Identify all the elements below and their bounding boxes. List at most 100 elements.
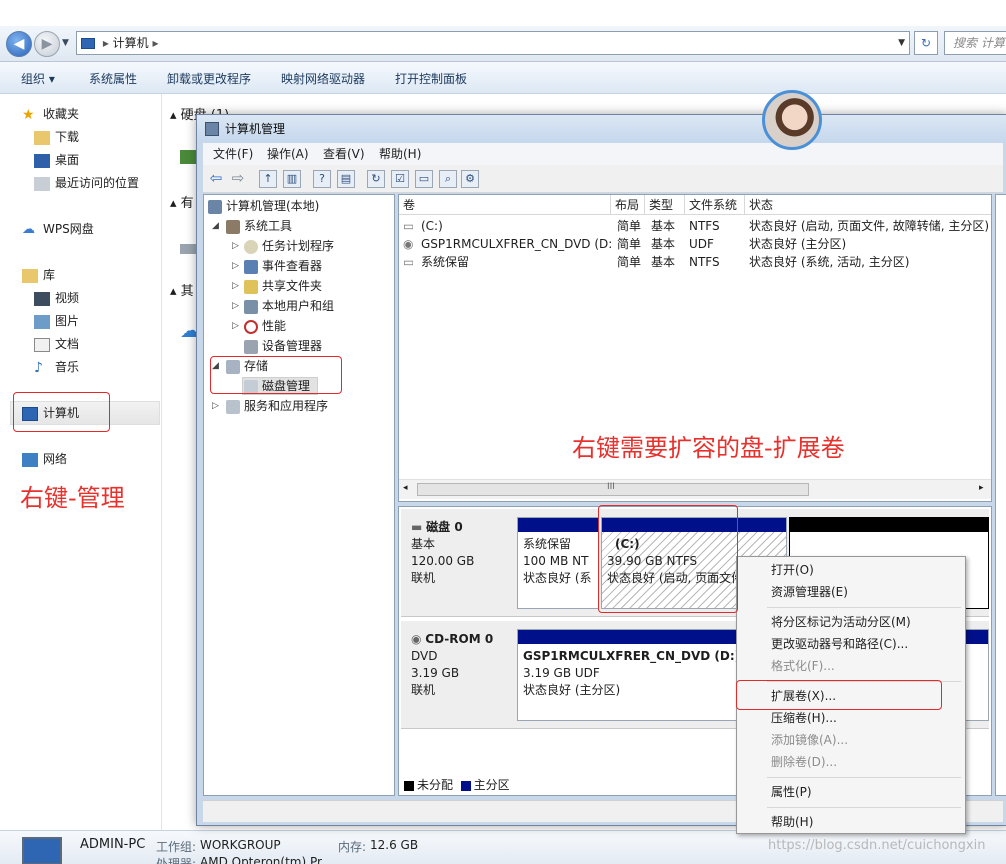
nav-videos[interactable]: 视频 <box>34 288 79 308</box>
menu-item-change-drive-letter[interactable]: 更改驱动器号和路径(C)... <box>771 634 908 654</box>
refresh-icon[interactable]: ↻ <box>367 170 385 188</box>
menu-file[interactable]: 文件(F) <box>213 143 253 165</box>
nav-music-label: 音乐 <box>55 360 80 374</box>
menu-bar: 文件(F) 操作(A) 查看(V) 帮助(H) <box>203 143 1003 165</box>
history-dropdown-icon[interactable]: ▼ <box>62 38 69 48</box>
expand-arrow-icon[interactable]: ▷ <box>232 237 239 255</box>
show-hide-action-pane-icon[interactable]: ▤ <box>337 170 355 188</box>
expand-arrow-icon[interactable]: ▷ <box>232 317 239 335</box>
address-dropdown-icon[interactable]: ▼ <box>898 32 905 54</box>
map-network-drive-button[interactable]: 映射网络驱动器 <box>281 70 365 87</box>
breadcrumb-chevron-icon[interactable]: ▸ <box>153 36 159 50</box>
system-properties-button[interactable]: 系统属性 <box>89 70 137 87</box>
menu-item-help[interactable]: 帮助(H) <box>771 812 813 832</box>
tree-root[interactable]: 计算机管理(本地) <box>208 197 319 215</box>
volume-status: 状态良好 (主分区) <box>749 237 847 251</box>
nav-documents-label: 文档 <box>55 337 80 351</box>
column-header-type[interactable]: 类型 <box>645 195 685 215</box>
tree-system-tools-label: 系统工具 <box>244 219 293 233</box>
expand-arrow-icon[interactable]: ▷ <box>232 257 239 275</box>
menu-view[interactable]: 查看(V) <box>323 143 365 165</box>
expand-arrow-icon[interactable]: ▷ <box>212 397 219 415</box>
nav-pictures[interactable]: 图片 <box>34 311 79 331</box>
nav-documents[interactable]: 文档 <box>34 334 79 354</box>
breadcrumb-computer[interactable]: 计算机 <box>113 36 149 50</box>
partition-size: 100 MB NT <box>523 554 589 568</box>
tree-shared-folders[interactable]: 共享文件夹 <box>244 277 322 295</box>
forward-button[interactable]: ▶ <box>34 31 60 57</box>
column-header-layout[interactable]: 布局 <box>611 195 645 215</box>
expand-arrow-icon[interactable]: ▷ <box>232 297 239 315</box>
scroll-right-icon[interactable]: ▸ <box>979 483 984 493</box>
properties-icon[interactable]: ☑ <box>391 170 409 188</box>
nav-network[interactable]: 网络 <box>22 449 67 469</box>
volume-type: 基本 <box>651 219 676 233</box>
column-header-status[interactable]: 状态 <box>745 195 991 215</box>
settings-icon[interactable]: ⚙ <box>461 170 479 188</box>
volume-status: 状态良好 (系统, 活动, 主分区) <box>749 255 910 269</box>
back-arrow-icon[interactable]: ⇦ <box>207 170 225 188</box>
section-removable: ▴ 有 <box>170 196 194 211</box>
cdrom-0-label-block: ◉ CD-ROM 0 DVD 3.19 GB 联机 <box>411 631 493 699</box>
volume-icon: ▭ <box>403 219 413 233</box>
nav-library[interactable]: 库 <box>22 265 55 285</box>
volume-name: GSP1RMCULXFRER_CN_DVD (D:) <box>421 237 611 251</box>
organize-button[interactable]: 组织 ▾ <box>21 70 55 87</box>
window-titlebar[interactable]: 计算机管理 <box>197 115 1006 143</box>
forward-arrow-icon[interactable]: ⇨ <box>229 170 247 188</box>
vertical-scrollbar[interactable] <box>995 194 1006 796</box>
scroll-left-icon[interactable]: ◂ <box>403 483 408 493</box>
open-control-panel-button[interactable]: 打开控制面板 <box>395 70 467 87</box>
dvd-volume-icon: ◉ <box>403 237 413 251</box>
menu-item-shrink-volume[interactable]: 压缩卷(H)... <box>771 708 837 728</box>
horizontal-scrollbar[interactable]: ◂ III ▸ <box>399 479 991 499</box>
tree-local-users[interactable]: 本地用户和组 <box>244 297 334 315</box>
address-field[interactable]: ▸ 计算机 ▸ ▼ <box>76 31 910 55</box>
menu-separator <box>767 807 961 808</box>
tree-device-manager[interactable]: 设备管理器 <box>244 337 322 355</box>
tree-task-scheduler[interactable]: 任务计划程序 <box>244 237 334 255</box>
refresh-button[interactable]: ↻ <box>914 31 938 55</box>
help-icon[interactable]: ? <box>313 170 331 188</box>
nav-recent-places[interactable]: 最近访问的位置 <box>34 173 139 193</box>
expand-arrow-icon[interactable]: ▷ <box>232 277 239 295</box>
section-other: ▴ 其 <box>170 284 194 299</box>
tree-event-viewer-label: 事件查看器 <box>262 259 323 273</box>
nav-wps-drive[interactable]: ☁ WPS网盘 <box>22 219 94 239</box>
up-folder-icon[interactable]: ↑ <box>259 170 277 188</box>
volume-type: 基本 <box>651 255 676 269</box>
library-icon <box>22 268 38 283</box>
search-icon[interactable]: ⌕ <box>439 170 457 188</box>
tree-event-viewer[interactable]: 事件查看器 <box>244 257 322 275</box>
menu-help[interactable]: 帮助(H) <box>379 143 421 165</box>
menu-item-mark-active[interactable]: 将分区标记为活动分区(M) <box>771 612 911 632</box>
memory-label: 内存: <box>338 840 367 854</box>
menu-item-properties[interactable]: 属性(P) <box>771 782 812 802</box>
drive-icon <box>180 150 196 164</box>
tree-system-tools[interactable]: 系统工具 <box>226 217 292 235</box>
show-hide-tree-icon[interactable]: ▥ <box>283 170 301 188</box>
nav-desktop[interactable]: 桌面 <box>34 150 79 170</box>
tree-performance[interactable]: 性能 <box>244 317 286 335</box>
unallocated-bar <box>790 518 988 532</box>
partition-system-reserved[interactable]: 系统保留 100 MB NT 状态良好 (系 <box>517 517 599 609</box>
tree-shared-folders-label: 共享文件夹 <box>262 279 323 293</box>
column-header-volume[interactable]: 卷 <box>399 195 611 215</box>
search-placeholder: 搜索 计算 <box>953 36 1005 50</box>
menu-action[interactable]: 操作(A) <box>267 143 309 165</box>
collapse-arrow-icon[interactable]: ◢ <box>212 217 219 235</box>
tree-device-manager-label: 设备管理器 <box>262 339 323 353</box>
nav-downloads[interactable]: 下载 <box>34 127 79 147</box>
search-input[interactable]: 搜索 计算 <box>944 31 1006 55</box>
uninstall-program-button[interactable]: 卸载或更改程序 <box>167 70 251 87</box>
column-header-filesystem[interactable]: 文件系统 <box>685 195 745 215</box>
nav-favorites[interactable]: ★ 收藏夹 <box>22 104 79 124</box>
nav-music[interactable]: ♪ 音乐 <box>34 357 79 377</box>
tree-services-apps[interactable]: 服务和应用程序 <box>226 397 328 415</box>
open-folder-icon[interactable]: ▭ <box>415 170 433 188</box>
primary-swatch <box>460 780 471 791</box>
menu-item-explorer[interactable]: 资源管理器(E) <box>771 582 848 602</box>
menu-item-open[interactable]: 打开(O) <box>771 560 814 580</box>
cpu-value: AMD Opteron(tm) Pr <box>200 855 322 864</box>
back-button[interactable]: ◀ <box>6 31 32 57</box>
